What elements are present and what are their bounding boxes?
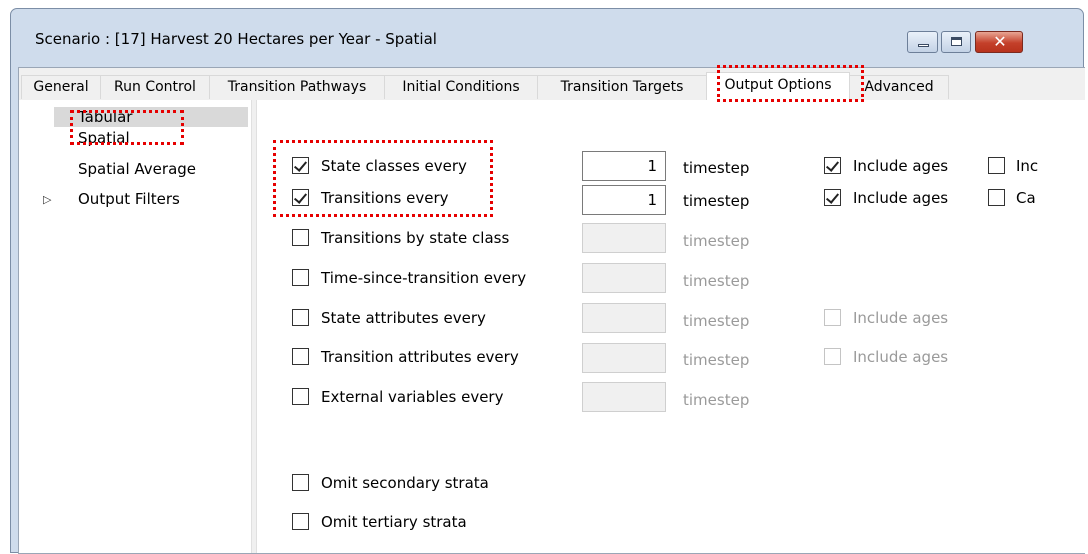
output-nav-tree: Tabular Spatial Spatial Average ▷ Output… [19, 100, 248, 553]
transitions-include-ages-label: Include ages [853, 189, 949, 207]
tab-transition-pathways[interactable]: Transition Pathways [209, 75, 385, 99]
transitions-by-state-class-unit: timestep [683, 232, 750, 250]
tab-general[interactable]: General [21, 75, 101, 99]
close-button[interactable]: ✕ [975, 31, 1023, 53]
transitions-extra-label: Ca [1016, 189, 1036, 207]
tab-output-options[interactable]: Output Options [706, 72, 850, 100]
transition-attributes-label: Transition attributes every [321, 348, 519, 366]
time-since-transition-label: Time-since-transition every [321, 269, 527, 287]
state-attributes-include-ages-label: Include ages [853, 309, 949, 327]
transition-attributes-unit: timestep [683, 351, 750, 369]
state-classes-checkbox[interactable] [292, 157, 309, 174]
transitions-label: Transitions every [321, 189, 449, 207]
output-options-page: Tabular Spatial Spatial Average ▷ Output… [19, 100, 1085, 553]
window-title: Scenario : [17] Harvest 20 Hectares per … [35, 30, 437, 48]
minimize-button[interactable] [907, 31, 938, 53]
transitions-include-ages-checkbox[interactable] [824, 189, 841, 206]
state-attributes-label: State attributes every [321, 309, 486, 327]
external-variables-checkbox[interactable] [292, 388, 309, 405]
transitions-timestep-input[interactable]: 1 [582, 185, 666, 215]
transitions-checkbox[interactable] [292, 189, 309, 206]
nav-item-output-filters[interactable]: Output Filters [78, 189, 180, 209]
omit-secondary-strata-checkbox[interactable] [292, 474, 309, 491]
time-since-transition-checkbox[interactable] [292, 269, 309, 286]
transitions-by-state-class-label: Transitions by state class [321, 229, 510, 247]
transitions-by-state-class-input [582, 223, 666, 253]
state-classes-label: State classes every [321, 157, 467, 175]
tab-strip: General Run Control Transition Pathways … [19, 68, 1085, 101]
external-variables-unit: timestep [683, 391, 750, 409]
nav-item-spatial-average[interactable]: Spatial Average [78, 159, 196, 179]
transition-attributes-checkbox[interactable] [292, 348, 309, 365]
omit-tertiary-strata-checkbox[interactable] [292, 513, 309, 530]
time-since-transition-input [582, 263, 666, 293]
transition-attributes-input [582, 343, 666, 373]
splitter[interactable] [251, 100, 257, 553]
title-bar[interactable]: Scenario : [17] Harvest 20 Hectares per … [11, 9, 1083, 69]
omit-secondary-strata-label: Omit secondary strata [321, 474, 489, 492]
transitions-extra-checkbox[interactable] [988, 189, 1005, 206]
transition-attributes-include-ages-label: Include ages [853, 348, 949, 366]
tab-transition-targets[interactable]: Transition Targets [537, 75, 707, 99]
transitions-unit: timestep [683, 192, 750, 210]
maximize-button[interactable] [941, 31, 971, 53]
tab-advanced[interactable]: Advanced [849, 75, 949, 99]
state-classes-include-ages-label: Include ages [853, 157, 949, 175]
state-classes-extra-checkbox[interactable] [988, 157, 1005, 174]
expand-arrow-icon[interactable]: ▷ [43, 190, 51, 210]
maximize-icon [951, 37, 962, 46]
minimize-icon [918, 44, 929, 47]
external-variables-label: External variables every [321, 388, 504, 406]
transition-attributes-include-ages-checkbox [824, 348, 841, 365]
scenario-window: Scenario : [17] Harvest 20 Hectares per … [10, 8, 1085, 554]
nav-item-tabular[interactable]: Tabular [54, 107, 248, 127]
state-classes-unit: timestep [683, 159, 750, 177]
dialog-client: General Run Control Transition Pathways … [18, 67, 1085, 554]
tab-run-control[interactable]: Run Control [100, 75, 210, 99]
omit-tertiary-strata-label: Omit tertiary strata [321, 513, 467, 531]
nav-item-spatial[interactable]: Spatial [78, 128, 130, 148]
state-attributes-unit: timestep [683, 312, 750, 330]
state-classes-include-ages-checkbox[interactable] [824, 157, 841, 174]
external-variables-input [582, 382, 666, 412]
state-classes-extra-label: Inc [1016, 157, 1039, 175]
state-attributes-include-ages-checkbox [824, 309, 841, 326]
state-attributes-input [582, 303, 666, 333]
transitions-by-state-class-checkbox[interactable] [292, 229, 309, 246]
state-attributes-checkbox[interactable] [292, 309, 309, 326]
tab-initial-conditions[interactable]: Initial Conditions [384, 75, 538, 99]
close-icon: ✕ [993, 32, 1007, 51]
state-classes-timestep-input[interactable]: 1 [582, 151, 666, 181]
time-since-transition-unit: timestep [683, 272, 750, 290]
